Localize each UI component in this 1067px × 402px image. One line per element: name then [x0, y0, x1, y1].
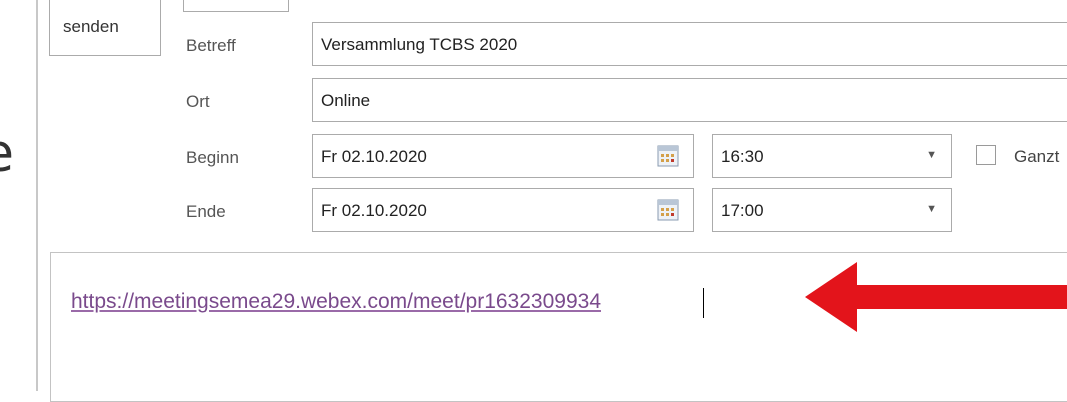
start-time-select[interactable]: 16:30 ▼ — [712, 134, 952, 178]
end-label: Ende — [186, 202, 226, 221]
left-panel: e — [0, 0, 36, 391]
all-day-checkbox[interactable] — [976, 145, 996, 165]
location-value: Online — [321, 91, 371, 110]
panel-divider — [36, 0, 38, 391]
meeting-link[interactable]: https://meetingsemea29.webex.com/meet/pr… — [71, 290, 601, 314]
start-date-value: Fr 02.10.2020 — [321, 147, 427, 166]
end-date-value: Fr 02.10.2020 — [321, 201, 427, 220]
send-button[interactable]: senden — [49, 0, 161, 56]
subject-field[interactable]: Versammlung TCBS 2020 — [312, 22, 1067, 66]
calendar-icon[interactable] — [657, 145, 679, 167]
left-panel-letter: e — [0, 128, 14, 180]
text-cursor — [703, 288, 704, 318]
start-date-field[interactable]: Fr 02.10.2020 — [312, 134, 694, 178]
location-label: Ort — [186, 92, 210, 111]
end-time-value: 17:00 — [721, 201, 764, 220]
subject-value: Versammlung TCBS 2020 — [321, 35, 518, 54]
subject-label: Betreff — [186, 36, 236, 55]
all-day-label: Ganzt — [1014, 147, 1060, 166]
end-date-field[interactable]: Fr 02.10.2020 — [312, 188, 694, 232]
send-button-label: senden — [63, 17, 119, 36]
red-arrow-annotation — [805, 262, 1067, 332]
location-field[interactable]: Online — [312, 78, 1067, 122]
end-time-select[interactable]: 17:00 ▼ — [712, 188, 952, 232]
chevron-down-icon[interactable]: ▼ — [926, 149, 937, 161]
start-label: Beginn — [186, 148, 239, 167]
top-field-stub[interactable] — [183, 0, 289, 12]
start-time-value: 16:30 — [721, 147, 764, 166]
calendar-icon[interactable] — [657, 199, 679, 221]
chevron-down-icon[interactable]: ▼ — [926, 203, 937, 215]
